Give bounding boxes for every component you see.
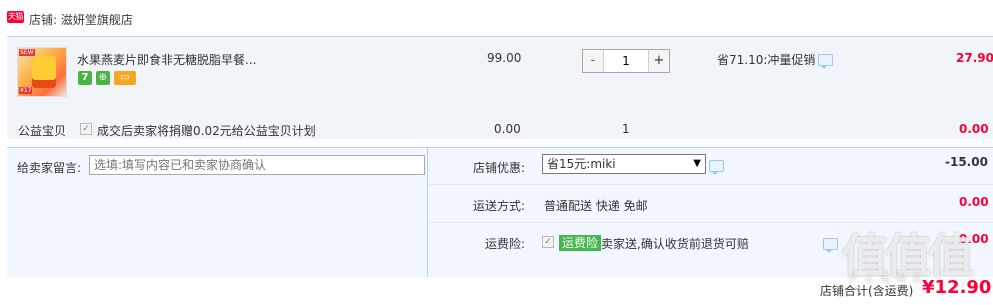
dropdown-arrow-icon: ▼	[693, 158, 701, 169]
charity-text: 成交后卖家将捐赠0.02元给公益宝贝计划	[97, 124, 316, 138]
charity-price: 0.00	[494, 122, 521, 136]
discount-select[interactable]: 省15元:miki ▼	[542, 154, 706, 174]
shipping-price: 0.00	[959, 195, 989, 209]
order-options-panel: 给卖家留言: 店铺优惠: 省15元:miki ▼ -15.00 运送方式: 普通…	[7, 147, 993, 278]
watermark-subtext: 什么值得买	[848, 274, 928, 285]
shop-header: 天猫 店铺: 滋妍堂旗舰店	[0, 0, 993, 36]
message-input[interactable]	[89, 155, 425, 175]
charity-label: 公益宝贝	[18, 124, 67, 138]
quantity-input[interactable]	[604, 50, 648, 72]
thumb-price: ¥17	[19, 87, 33, 94]
shipping-label: 运送方式:	[472, 199, 525, 213]
product-thumbnail[interactable]: SEW ¥17	[17, 47, 67, 97]
discount-label: 店铺优惠:	[472, 161, 525, 175]
insurance-tag: 运费险	[559, 235, 602, 251]
credit-card-icon[interactable]: ▭	[114, 71, 136, 85]
insurance-text: 卖家送,确认收货前退货可赔	[601, 237, 749, 251]
total-value: ¥12.90	[922, 277, 992, 298]
divider	[428, 184, 993, 185]
charity-checkbox[interactable]: ✓	[80, 123, 92, 135]
discount-value: -15.00	[945, 155, 988, 169]
quantity-increase-button[interactable]: +	[648, 50, 669, 72]
message-label: 给卖家留言:	[17, 161, 82, 175]
promo-info-icon[interactable]	[818, 54, 833, 69]
quantity-stepper: - +	[582, 49, 670, 73]
thumb-tag: SEW	[19, 49, 35, 56]
tmall-logo-icon: 天猫	[7, 11, 24, 23]
charity-qty: 1	[622, 122, 630, 136]
charity-subtotal: 0.00	[959, 122, 989, 136]
guarantee-icon[interactable]: ⊕	[96, 71, 110, 85]
message-panel: 给卖家留言:	[7, 148, 428, 278]
seven-day-return-icon[interactable]: 7	[78, 71, 92, 85]
shipping-method: 普通配送 快递 免邮	[544, 199, 648, 213]
product-image-icon	[32, 56, 56, 88]
insurance-label: 运费险:	[484, 237, 525, 251]
divider	[428, 222, 993, 223]
item-subtotal: 27.90	[956, 51, 993, 65]
insurance-price: 0.00	[959, 232, 989, 246]
promotion-text: 省71.10:冲量促销	[717, 53, 816, 67]
discount-info-icon[interactable]	[709, 160, 724, 175]
discount-selected: 省15元:miki	[547, 157, 616, 171]
shop-name-link[interactable]: 店铺: 滋妍堂旗舰店	[29, 11, 133, 28]
quantity-decrease-button[interactable]: -	[583, 50, 604, 72]
insurance-checkbox[interactable]: ✓	[542, 236, 554, 248]
unit-price: 99.00	[487, 51, 522, 65]
total-row: 店铺合计(含运费) ¥12.90	[7, 277, 993, 305]
product-title-link[interactable]: 水果燕麦片即食非无糖脱脂早餐...	[77, 51, 256, 68]
insurance-info-icon[interactable]	[823, 238, 838, 253]
